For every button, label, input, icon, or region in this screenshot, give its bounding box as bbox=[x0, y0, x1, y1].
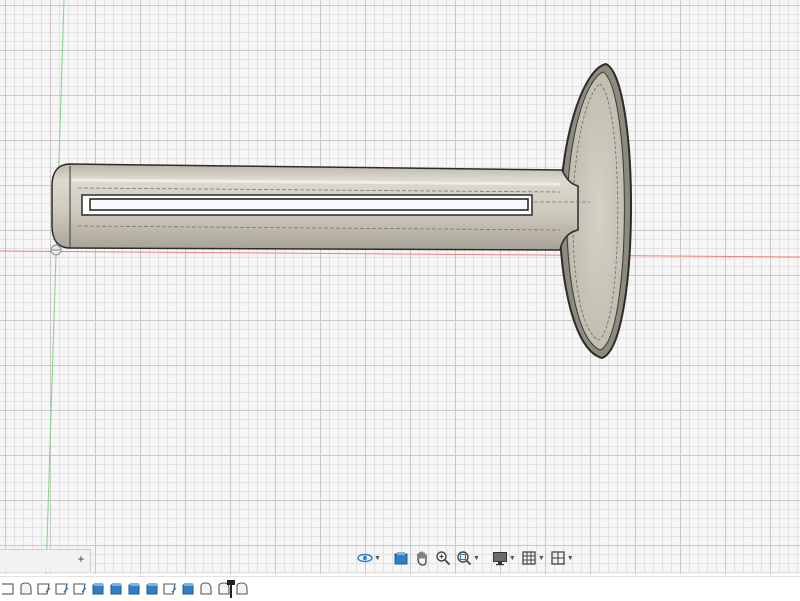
body-feature-icon bbox=[110, 583, 122, 595]
chevron-down-icon: ▼ bbox=[472, 554, 480, 562]
navigation-toolbar: ▼ ▼ ▼ ▼ ▼ bbox=[356, 546, 574, 570]
3d-viewport[interactable] bbox=[0, 0, 800, 574]
body-feature-icon bbox=[92, 583, 104, 595]
pan-button[interactable] bbox=[413, 548, 431, 568]
viewports-button[interactable]: ▼ bbox=[549, 548, 575, 568]
chevron-down-icon: ▼ bbox=[508, 554, 516, 562]
model-canvas[interactable] bbox=[0, 0, 800, 574]
orbit-button[interactable]: ▼ bbox=[356, 548, 382, 568]
extrude-feature-icon bbox=[236, 582, 248, 595]
timeline-feature[interactable] bbox=[36, 581, 52, 597]
grid-snaps-icon bbox=[522, 551, 536, 565]
timeline-feature[interactable] bbox=[108, 581, 124, 597]
timeline-feature[interactable] bbox=[144, 581, 160, 597]
body-feature-icon bbox=[146, 583, 158, 595]
timeline-feature[interactable] bbox=[54, 581, 70, 597]
timeline-feature[interactable] bbox=[18, 581, 34, 597]
x-axis-line bbox=[0, 250, 800, 258]
fit-window-icon bbox=[457, 551, 472, 566]
add-tab-button[interactable]: + bbox=[76, 551, 86, 567]
sketch-feature-icon bbox=[55, 583, 69, 595]
timeline-feature[interactable] bbox=[0, 581, 16, 597]
look-at-icon bbox=[394, 552, 408, 565]
chevron-down-icon: ▼ bbox=[566, 554, 574, 562]
pan-hand-icon bbox=[417, 551, 427, 566]
timeline-feature[interactable] bbox=[72, 581, 88, 597]
sketch-feature-icon bbox=[73, 583, 87, 595]
extrude-feature-icon bbox=[20, 582, 32, 595]
fit-window-button[interactable]: ▼ bbox=[455, 548, 481, 568]
sketch-feature-icon bbox=[163, 583, 177, 595]
chevron-down-icon: ▼ bbox=[374, 554, 381, 562]
timeline-feature[interactable] bbox=[198, 581, 214, 597]
timeline-feature[interactable] bbox=[234, 581, 250, 597]
timeline-feature[interactable] bbox=[162, 581, 178, 597]
display-settings-icon bbox=[492, 552, 507, 566]
timeline-feature[interactable] bbox=[90, 581, 106, 597]
y-axis-line bbox=[45, 0, 65, 574]
timeline-bar bbox=[0, 576, 800, 601]
grid-snaps-button[interactable]: ▼ bbox=[520, 548, 546, 568]
body-feature-icon bbox=[182, 583, 194, 595]
timeline-feature[interactable] bbox=[180, 581, 196, 597]
body-feature-icon bbox=[128, 583, 140, 595]
chevron-down-icon: ▼ bbox=[537, 554, 545, 562]
shaft-slot-inner bbox=[89, 198, 529, 211]
look-at-button[interactable] bbox=[392, 548, 410, 568]
extrude-feature-icon bbox=[200, 582, 212, 595]
timeline-marker[interactable] bbox=[227, 580, 235, 598]
zoom-icon bbox=[436, 551, 451, 566]
orbit-icon bbox=[357, 553, 373, 563]
sketch-feature-icon bbox=[37, 583, 51, 595]
timeline-feature[interactable] bbox=[126, 581, 142, 597]
sketch-feature-icon bbox=[2, 583, 14, 595]
zoom-button[interactable] bbox=[434, 548, 452, 568]
viewports-icon bbox=[551, 551, 565, 565]
display-settings-button[interactable]: ▼ bbox=[491, 548, 517, 568]
